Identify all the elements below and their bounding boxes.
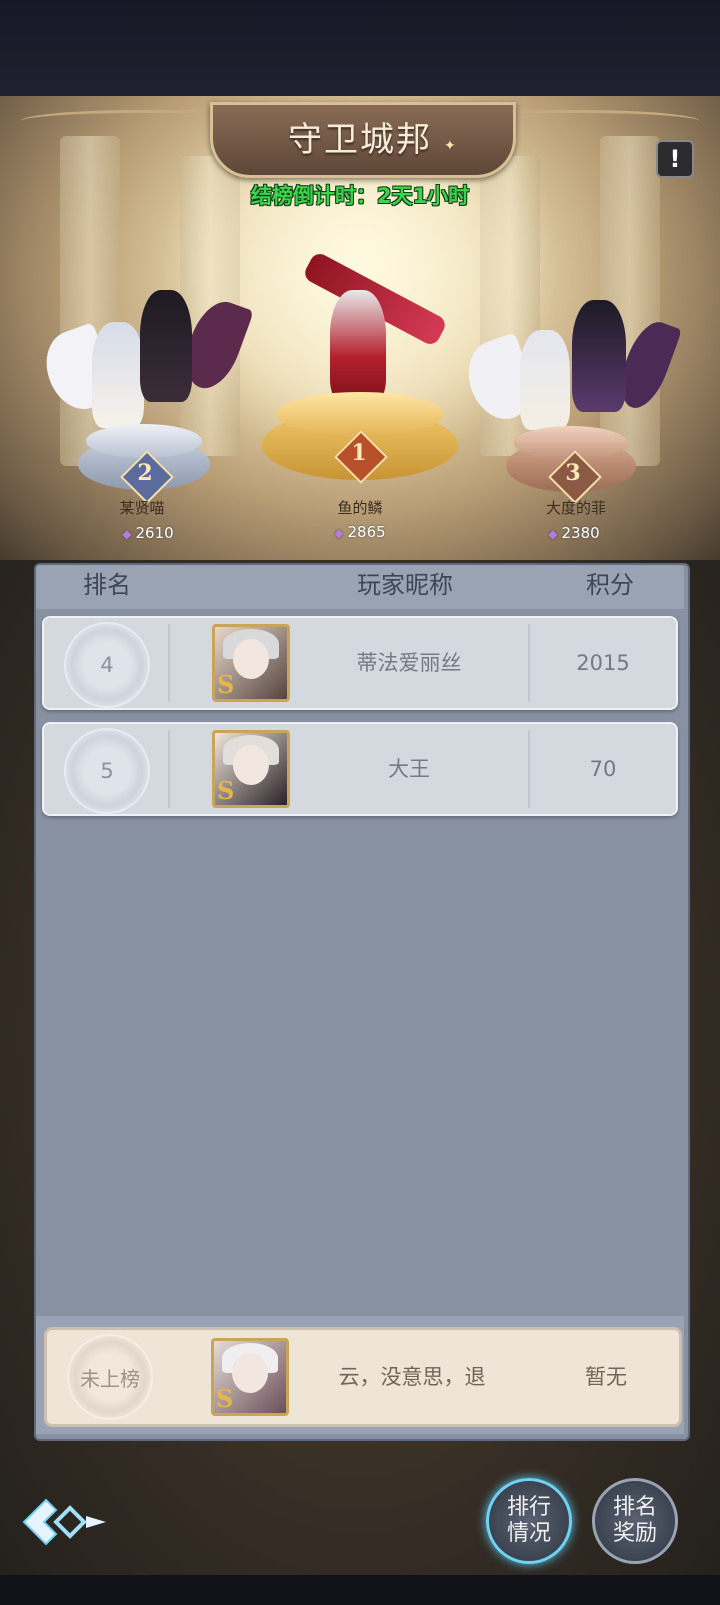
rank-number: 1 — [351, 440, 367, 466]
row-rank: 未上榜 — [80, 1367, 140, 1391]
player-score: ◆ 2610 — [122, 524, 174, 542]
divider — [168, 730, 170, 808]
info-button[interactable]: ! — [656, 140, 694, 178]
player-name: 大度的菲 — [545, 499, 606, 517]
table-row[interactable]: 4 S 蒂法爱丽丝 2015 — [42, 616, 678, 710]
top-strip — [0, 0, 720, 96]
button-label-line1: 排行 — [506, 1495, 551, 1520]
player-score: ◆ 2380 — [548, 524, 600, 542]
rank-number: 2 — [137, 460, 153, 486]
s-rank-icon: S — [217, 776, 235, 805]
button-label-line1: 排名 — [612, 1495, 657, 1520]
s-rank-icon: S — [216, 1384, 234, 1413]
character-sprite — [520, 330, 570, 430]
row-nickname: 大王 — [388, 757, 430, 781]
character-sprite — [572, 300, 626, 412]
avatar[interactable]: S — [212, 730, 290, 808]
ranking-reward-button[interactable]: 排名 奖励 — [592, 1478, 678, 1564]
button-label-line2: 奖励 — [612, 1521, 657, 1546]
character-sprite — [330, 290, 386, 402]
back-arrow-icon — [22, 1498, 106, 1546]
player-name: 某贤喵 — [119, 499, 165, 517]
row-rank: 5 — [100, 759, 114, 783]
ranking-status-button[interactable]: 排行 情况 — [486, 1478, 572, 1564]
row-rank: 4 — [100, 653, 114, 677]
banner-wing-left — [20, 110, 220, 129]
page-title: 守卫城邦 — [288, 120, 432, 160]
gem-icon: ◆ — [334, 526, 344, 540]
s-rank-icon: S — [217, 670, 235, 699]
countdown-text: 结榜倒计时：2天1小时 — [250, 184, 470, 208]
rank-number: 3 — [565, 460, 581, 486]
player-name: 鱼的鳞 — [337, 499, 383, 517]
row-nickname: 蒂法爱丽丝 — [356, 651, 462, 675]
row-score: 暂无 — [585, 1365, 627, 1389]
character-sprite — [92, 322, 144, 428]
avatar-face — [233, 745, 269, 785]
avatar[interactable]: S — [212, 624, 290, 702]
row-score: 2015 — [576, 651, 630, 675]
avatar[interactable]: S — [211, 1338, 289, 1416]
exclamation-icon: ! — [669, 145, 681, 173]
bottom-strip — [0, 1575, 720, 1605]
table-row[interactable]: 5 S 大王 70 — [42, 722, 678, 816]
header-rank: 排名 — [83, 571, 131, 599]
header-nickname: 玩家昵称 — [357, 571, 453, 599]
row-score: 70 — [589, 757, 617, 781]
gem-icon: ◆ — [548, 527, 558, 541]
divider — [528, 624, 530, 702]
row-nickname: 云，没意思，退 — [338, 1365, 486, 1389]
button-label-line2: 情况 — [506, 1521, 551, 1546]
self-rank-row[interactable]: 未上榜 S 云，没意思，退 暂无 — [44, 1327, 682, 1427]
header-score: 积分 — [586, 571, 634, 599]
character-sprite — [140, 290, 192, 402]
player-score: ◆ 2865 — [334, 523, 386, 541]
divider — [168, 624, 170, 702]
avatar-face — [232, 1353, 268, 1393]
sparkle-icon: ✦ — [444, 138, 456, 154]
avatar-face — [233, 639, 269, 679]
gem-icon: ◆ — [122, 527, 132, 541]
back-button[interactable] — [20, 1492, 110, 1552]
divider — [528, 730, 530, 808]
